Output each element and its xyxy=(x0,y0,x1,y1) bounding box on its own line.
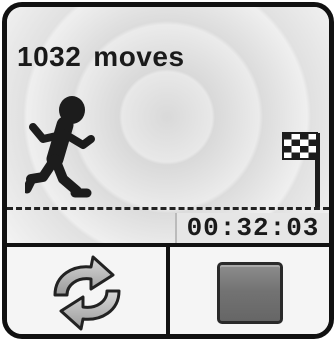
restart-button[interactable] xyxy=(7,247,166,334)
stop-square-icon xyxy=(216,261,283,324)
stop-button[interactable] xyxy=(166,247,329,334)
track-line xyxy=(7,207,329,210)
checkered-flag-icon xyxy=(282,132,320,207)
running-person-icon xyxy=(25,96,95,198)
game-panel: 1032 moves 00:32:03 xyxy=(2,2,334,339)
moves-counter: 1032 moves xyxy=(17,41,185,73)
elapsed-timer: 00:32:03 xyxy=(175,213,329,243)
moves-count: 1032 xyxy=(17,41,82,72)
moves-label: moves xyxy=(93,41,185,72)
control-bar xyxy=(7,243,329,334)
refresh-arrows-icon xyxy=(53,255,120,330)
game-screen: 1032 moves 00:32:03 xyxy=(7,7,329,243)
